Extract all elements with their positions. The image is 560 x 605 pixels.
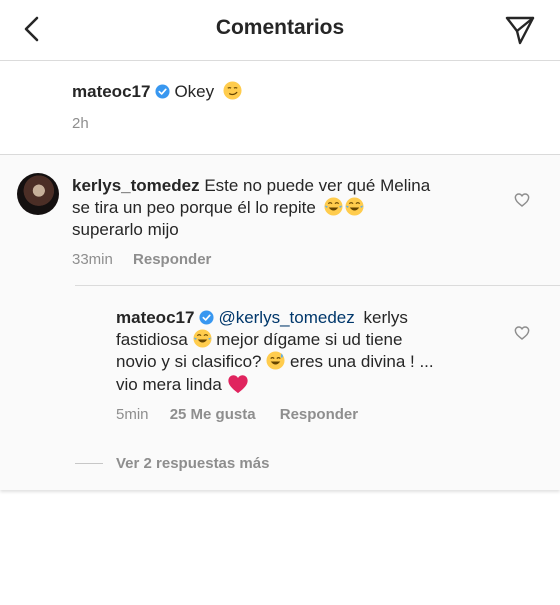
caption-line: mateoc17 Okey <box>72 81 242 103</box>
comment-thread: kerlys_tomedez Este no puede ver qué Mel… <box>0 155 560 490</box>
timestamp: 5min <box>116 406 149 423</box>
post-caption: mateoc17 Okey 2h <box>0 61 560 155</box>
tears-of-joy-icon <box>324 197 343 216</box>
timestamp: 2h <box>72 115 89 132</box>
avatar[interactable] <box>75 308 107 340</box>
comment-meta: 33min Responder <box>72 251 211 268</box>
reply-meta: 5min 25 Me gusta Responder <box>116 406 358 423</box>
mention-link[interactable]: @kerlys_tomedez <box>218 308 354 327</box>
reply-text: vio mera linda <box>116 375 222 394</box>
view-replies-link[interactable]: Ver 2 respuestas más <box>116 455 269 472</box>
verified-badge-icon <box>199 310 214 325</box>
like-heart-icon[interactable] <box>514 325 530 341</box>
reply-line-4: vio mera linda <box>116 373 249 396</box>
comment-text: Este no puede ver qué Melina <box>204 176 431 195</box>
grinning-sweat-icon <box>266 351 285 370</box>
reply-text: mejor dígame si ud tiene <box>216 330 403 349</box>
paper-plane-icon[interactable] <box>504 14 536 46</box>
divider <box>75 463 103 464</box>
reply-button[interactable]: Responder <box>133 251 211 268</box>
comment-text: se tira un peo porque él lo repite <box>72 198 316 217</box>
reply-line-1: mateoc17 @kerlys_tomedez kerlys <box>116 307 408 329</box>
like-heart-icon[interactable] <box>514 192 530 208</box>
caption-text: Okey <box>174 82 215 101</box>
comment-text: superarlo mijo <box>72 220 179 239</box>
page-title: Comentarios <box>215 16 345 39</box>
avatar[interactable] <box>17 79 59 121</box>
comment-line-3: superarlo mijo <box>72 219 179 241</box>
view-replies-label: Ver 2 respuestas más <box>116 455 270 472</box>
avatar[interactable] <box>17 173 59 215</box>
reply-line-2: fastidiosa mejor dígame si ud tiene <box>116 329 402 351</box>
username[interactable]: kerlys_tomedez <box>72 176 200 195</box>
reply-text: eres una divina ! ... <box>289 352 434 371</box>
comment-line-2: se tira un peo porque él lo repite <box>72 197 364 219</box>
reply-button[interactable]: Responder <box>280 406 358 423</box>
username[interactable]: mateoc17 <box>72 82 150 101</box>
divider <box>75 285 560 286</box>
header-bar: Comentarios <box>0 0 560 61</box>
verified-badge-icon <box>155 84 170 99</box>
reply-text: kerlys <box>363 308 408 327</box>
username[interactable]: mateoc17 <box>116 308 194 327</box>
likes-count[interactable]: 25 Me gusta <box>170 406 256 423</box>
tears-of-joy-icon <box>345 197 364 216</box>
reply-line-3: novio y si clasifico? eres una divina ! … <box>116 351 434 373</box>
red-heart-icon <box>227 375 248 394</box>
tears-of-joy-icon <box>193 329 212 348</box>
comment-line-1: kerlys_tomedez Este no puede ver qué Mel… <box>72 175 430 197</box>
smirking-face-icon <box>223 81 242 100</box>
reply-text: fastidiosa <box>116 330 188 349</box>
reply-text: novio y si clasifico? <box>116 352 262 371</box>
timestamp: 33min <box>72 251 113 268</box>
